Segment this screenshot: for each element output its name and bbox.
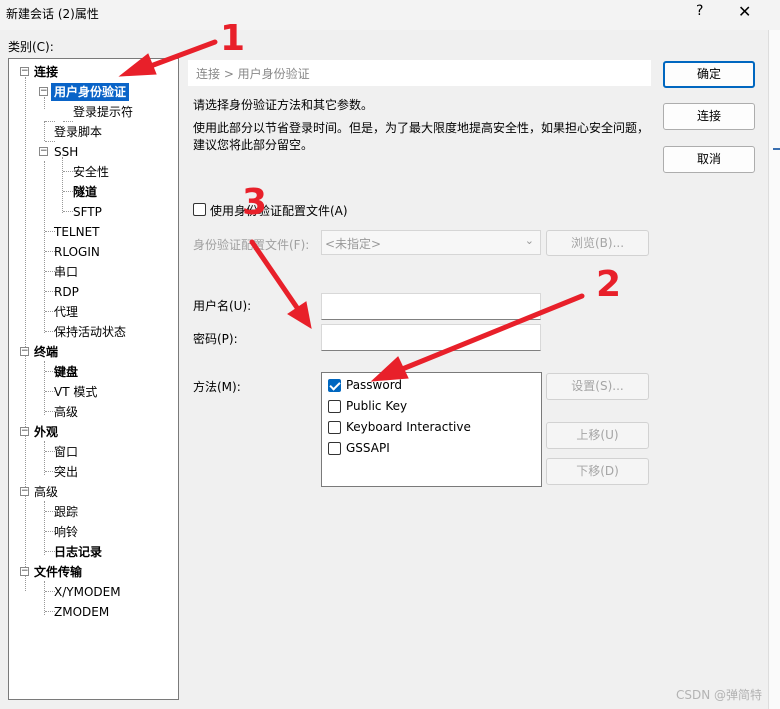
arrow-3-head xyxy=(287,301,312,330)
arrow-2-shaft xyxy=(392,293,585,375)
annotation-number-3: 3 xyxy=(242,182,268,223)
arrow-1-head xyxy=(118,53,157,77)
annotation-arrows xyxy=(118,39,585,382)
annotation-number-2: 2 xyxy=(596,264,622,305)
watermark: CSDN @弹简特 xyxy=(676,688,763,702)
arrow-3-shaft xyxy=(249,239,303,315)
annotation-number-1: 1 xyxy=(220,18,246,59)
arrow-2-head xyxy=(370,356,409,382)
